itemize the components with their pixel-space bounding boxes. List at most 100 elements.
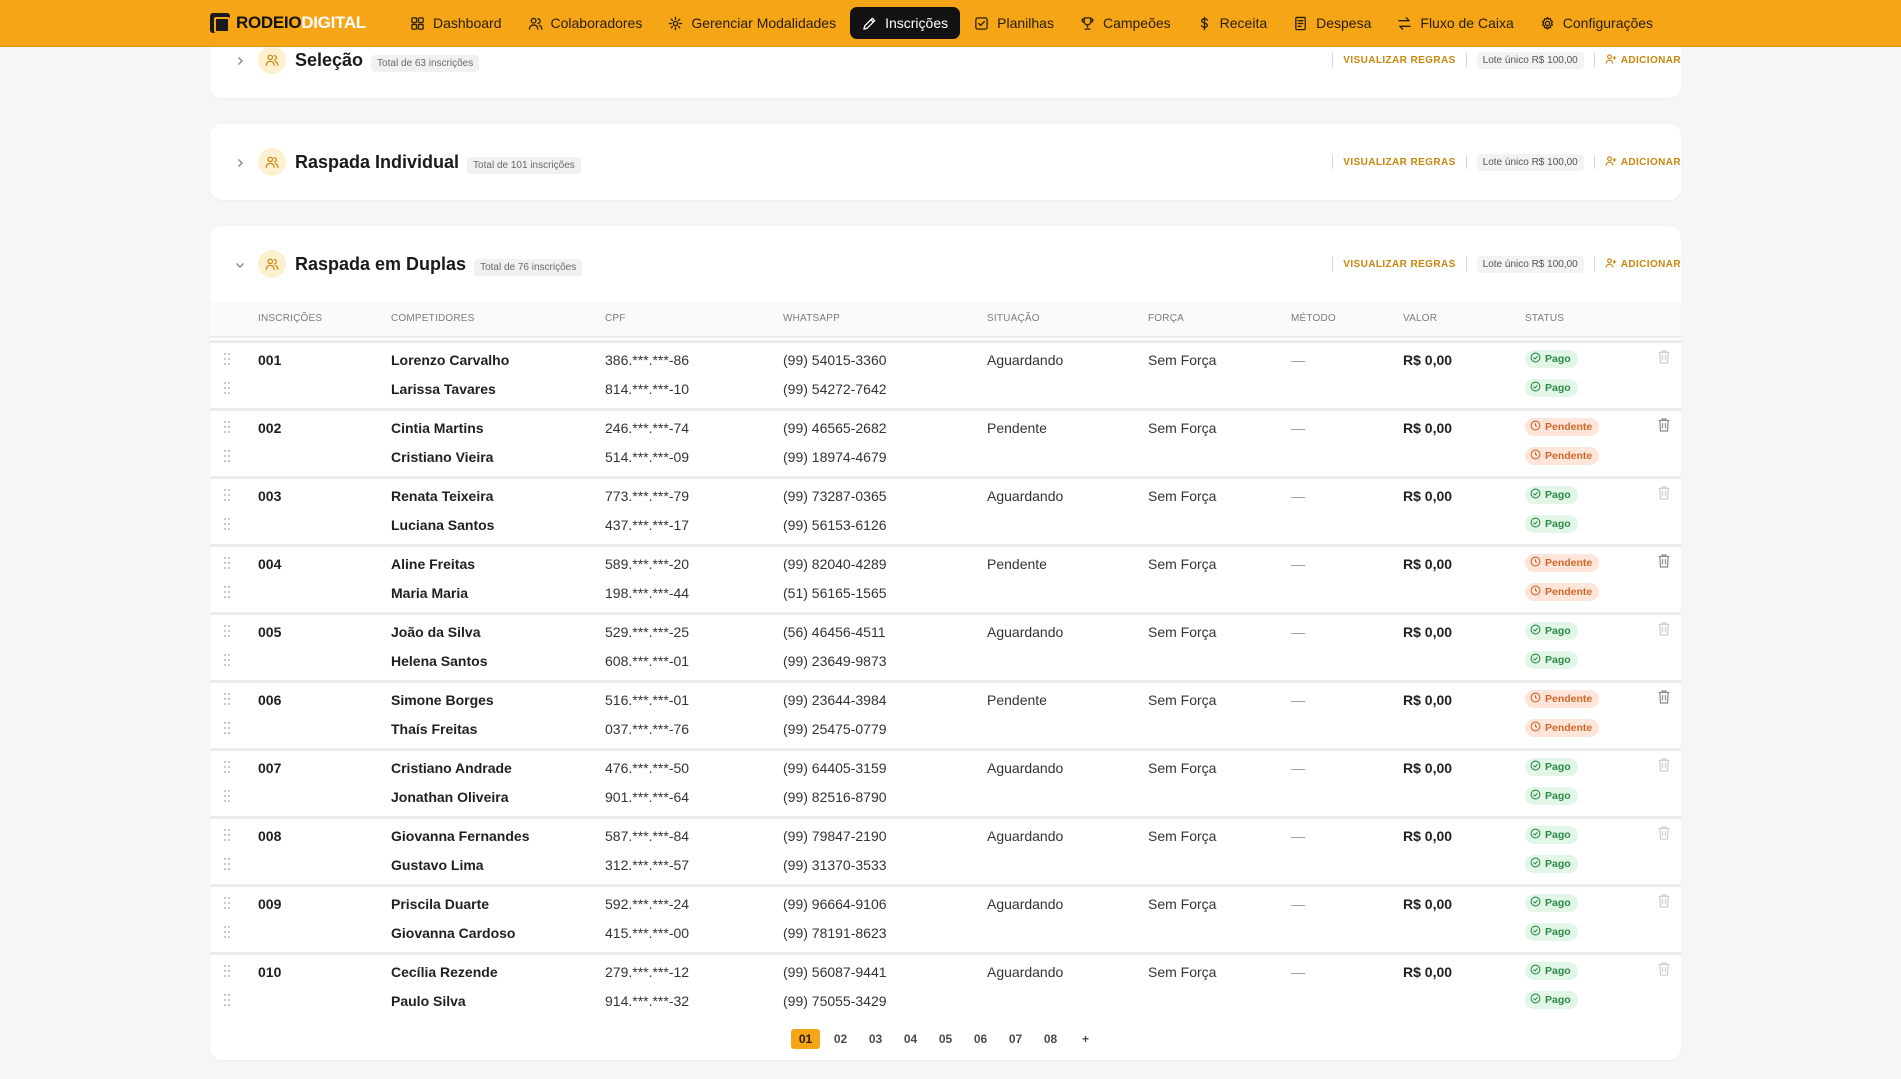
receipt-icon <box>1293 16 1308 31</box>
page-button-08[interactable]: 08 <box>1036 1029 1065 1049</box>
competitor-name[interactable]: Jonathan Oliveira <box>391 789 508 805</box>
competitor-name[interactable]: Helena Santos <box>391 653 487 669</box>
nav-item-despesa[interactable]: Despesa <box>1281 7 1383 39</box>
trash-icon[interactable] <box>1657 893 1671 909</box>
drag-handle-icon[interactable] <box>224 557 232 569</box>
status-badge: Pago <box>1525 486 1578 504</box>
drag-handle-icon[interactable] <box>224 761 232 773</box>
nav-item-receita[interactable]: Receita <box>1185 7 1279 39</box>
situation-value: Aguardando <box>987 896 1064 912</box>
drag-handle-icon[interactable] <box>224 926 232 938</box>
trash-icon[interactable] <box>1657 349 1671 365</box>
drag-handle-icon[interactable] <box>224 897 232 909</box>
view-rules-link[interactable]: VISUALIZAR REGRAS <box>1343 259 1455 270</box>
drag-handle-icon[interactable] <box>224 421 232 433</box>
cpf-value: 516.***.***-01 <box>605 692 690 708</box>
trash-icon[interactable] <box>1657 553 1671 569</box>
column-header: WHATSAPP <box>783 313 840 324</box>
add-button[interactable]: ADICIONAR <box>1605 257 1681 272</box>
trash-icon[interactable] <box>1657 417 1671 433</box>
drag-handle-icon[interactable] <box>224 450 232 462</box>
strength-value: Sem Força <box>1148 828 1217 844</box>
inscription-number: 009 <box>258 896 282 912</box>
trash-icon[interactable] <box>1657 485 1671 501</box>
nav-item-planilhas[interactable]: Planilhas <box>962 7 1066 39</box>
competitor-name[interactable]: Thaís Freitas <box>391 721 477 737</box>
nav-item-campeões[interactable]: Campeões <box>1068 7 1183 39</box>
competitor-name[interactable]: Lorenzo Carvalho <box>391 352 509 368</box>
clock-icon <box>1530 556 1541 570</box>
cpf-value: 246.***.***-74 <box>605 420 690 436</box>
drag-handle-icon[interactable] <box>224 654 232 666</box>
column-header: SITUAÇÃO <box>987 313 1040 324</box>
competitor-name[interactable]: Cristiano Vieira <box>391 449 493 465</box>
drag-handle-icon[interactable] <box>224 994 232 1006</box>
competitor-name[interactable]: Giovanna Fernandes <box>391 828 529 844</box>
page-button-02[interactable]: 02 <box>826 1029 855 1049</box>
competitor-name[interactable]: Paulo Silva <box>391 993 466 1009</box>
competitor-name[interactable]: Gustavo Lima <box>391 857 484 873</box>
competitor-name[interactable]: Aline Freitas <box>391 556 475 572</box>
strength-value: Sem Força <box>1148 352 1217 368</box>
competitor-name[interactable]: João da Silva <box>391 624 480 640</box>
drag-handle-icon[interactable] <box>224 722 232 734</box>
nav-item-gerenciar-modalidades[interactable]: Gerenciar Modalidades <box>656 7 848 39</box>
page-button-07[interactable]: 07 <box>1001 1029 1030 1049</box>
add-button[interactable]: ADICIONAR <box>1605 155 1681 170</box>
status-label: Pago <box>1545 625 1571 637</box>
page-button-05[interactable]: 05 <box>931 1029 960 1049</box>
page-more-button[interactable]: + <box>1071 1029 1100 1049</box>
competitor-name[interactable]: Cristiano Andrade <box>391 760 512 776</box>
drag-handle-icon[interactable] <box>224 353 232 365</box>
drag-handle-icon[interactable] <box>224 965 232 977</box>
view-rules-link[interactable]: VISUALIZAR REGRAS <box>1343 157 1455 168</box>
competitor-name[interactable]: Giovanna Cardoso <box>391 925 515 941</box>
drag-handle-icon[interactable] <box>224 693 232 705</box>
trash-icon[interactable] <box>1657 689 1671 705</box>
drag-handle-icon[interactable] <box>224 858 232 870</box>
trash-icon[interactable] <box>1657 757 1671 773</box>
drag-handle-icon[interactable] <box>224 382 232 394</box>
nav-item-inscrições[interactable]: Inscrições <box>850 7 961 39</box>
nav-item-dashboard[interactable]: Dashboard <box>398 7 514 39</box>
chevron-right-icon[interactable] <box>234 156 246 168</box>
competitor-name[interactable]: Simone Borges <box>391 692 494 708</box>
modality-name: Raspada em Duplas <box>295 253 467 274</box>
page-button-03[interactable]: 03 <box>861 1029 890 1049</box>
competitor-name[interactable]: Renata Teixeira <box>391 488 493 504</box>
page-button-06[interactable]: 06 <box>966 1029 995 1049</box>
nav-item-configurações[interactable]: Configurações <box>1528 7 1665 39</box>
drag-handle-icon[interactable] <box>224 586 232 598</box>
nav-item-label: Gerenciar Modalidades <box>691 15 837 31</box>
drag-handle-icon[interactable] <box>224 790 232 802</box>
page-button-04[interactable]: 04 <box>896 1029 925 1049</box>
view-rules-link[interactable]: VISUALIZAR REGRAS <box>1343 55 1455 66</box>
competitor-name[interactable]: Cecília Rezende <box>391 964 498 980</box>
chevron-right-icon[interactable] <box>234 54 246 66</box>
drag-handle-icon[interactable] <box>224 829 232 841</box>
competitor-name[interactable]: Larissa Tavares <box>391 381 496 397</box>
competitor-name[interactable]: Priscila Duarte <box>391 896 489 912</box>
strength-value: Sem Força <box>1148 692 1217 708</box>
nav-item-label: Campeões <box>1102 15 1171 31</box>
total-badge: Total de 63 inscrições <box>371 54 480 72</box>
drag-handle-icon[interactable] <box>224 489 232 501</box>
competitor-name[interactable]: Luciana Santos <box>391 517 494 533</box>
page-button-01[interactable]: 01 <box>791 1029 820 1049</box>
trash-icon[interactable] <box>1657 621 1671 637</box>
add-button[interactable]: ADICIONAR <box>1605 53 1681 68</box>
status-badge: Pago <box>1525 651 1578 669</box>
nav-item-fluxo-de-caixa[interactable]: Fluxo de Caixa <box>1385 7 1525 39</box>
nav-item-colaboradores[interactable]: Colaboradores <box>516 7 655 39</box>
competitor-name[interactable]: Cintia Martins <box>391 420 484 436</box>
situation-value: Aguardando <box>987 760 1064 776</box>
chevron-down-icon[interactable] <box>234 258 246 270</box>
trash-icon[interactable] <box>1657 961 1671 977</box>
brand-logo[interactable]: RODEIODIGITAL <box>210 13 366 33</box>
status-badge: Pago <box>1525 894 1578 912</box>
drag-handle-icon[interactable] <box>224 625 232 637</box>
trash-icon[interactable] <box>1657 825 1671 841</box>
competitor-name[interactable]: Maria Maria <box>391 585 468 601</box>
whatsapp-value: (99) 23649-9873 <box>783 653 887 669</box>
drag-handle-icon[interactable] <box>224 518 232 530</box>
